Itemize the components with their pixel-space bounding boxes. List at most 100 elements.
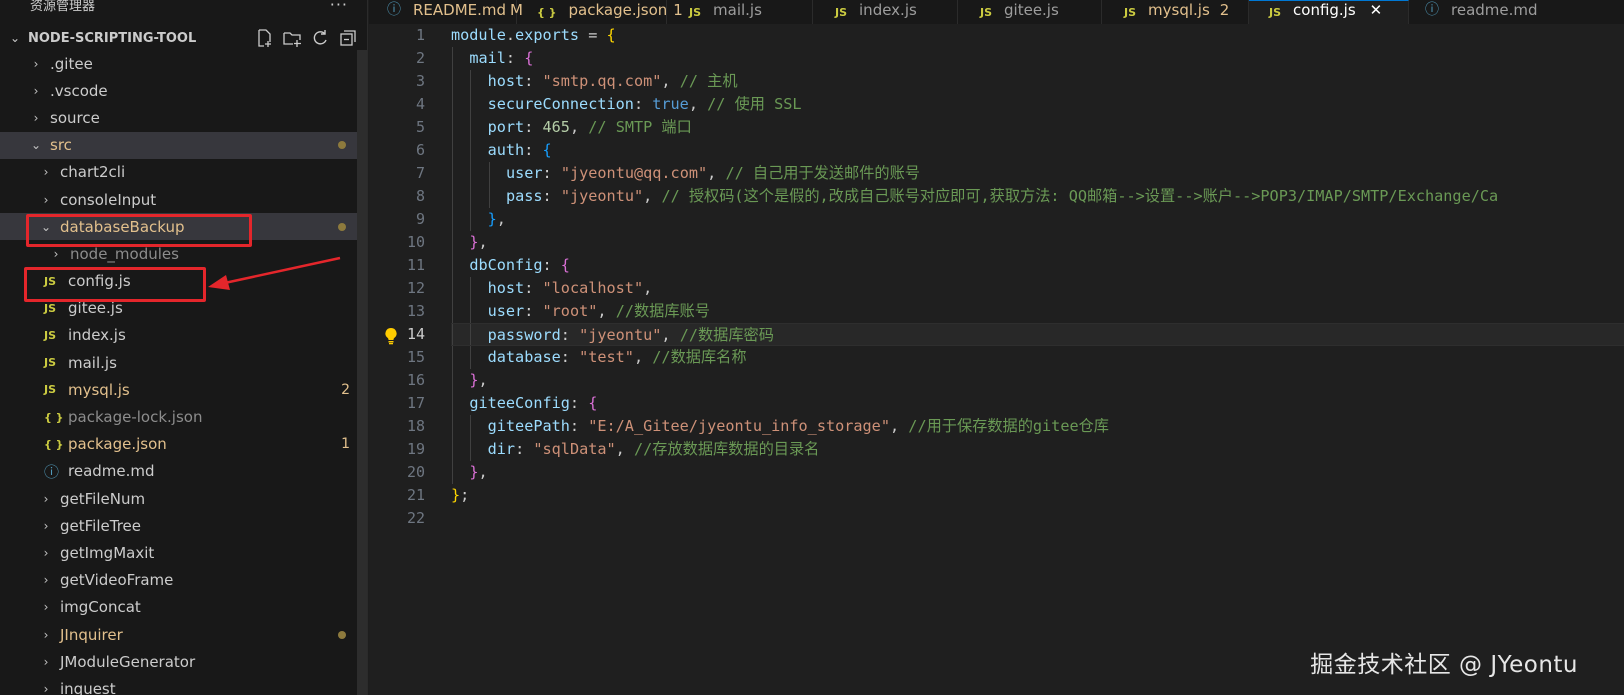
- code-line[interactable]: auth: {: [451, 139, 1624, 162]
- chevron-down-icon: ⌄: [30, 138, 42, 153]
- tree-item-getfiletree[interactable]: › getFileTree: [0, 512, 358, 539]
- problem-count-badge: 2: [341, 381, 350, 398]
- code-line[interactable]: password: "jyeontu", //数据库密码: [385, 323, 1624, 346]
- tree-item-label: .vscode: [50, 81, 108, 100]
- line-number: 21: [406, 486, 425, 504]
- chevron-right-icon: ›: [43, 545, 49, 560]
- problem-count-badge: 1: [341, 436, 350, 453]
- tree-item-label: inquest: [60, 679, 116, 695]
- code-line[interactable]: pass: "jyeontu", // 授权码(这个是假的,改成自己账号对应即可…: [451, 185, 1624, 208]
- tree-item-jinquirer[interactable]: › JInquirer: [0, 621, 358, 648]
- new-folder-icon[interactable]: [282, 28, 302, 48]
- lightbulb-icon[interactable]: [383, 324, 399, 347]
- tree-item-getfilenum[interactable]: › getFileNum: [0, 485, 358, 512]
- tab-config-js[interactable]: JS config.js ✕: [1249, 0, 1409, 24]
- tree-item-package-json[interactable]: { } package.json 1: [0, 431, 358, 458]
- code-line[interactable]: user: "jyeontu@qq.com", // 自己用于发送邮件的账号: [451, 162, 1624, 185]
- highlight-box-file: [24, 267, 206, 302]
- line-number: 22: [406, 509, 425, 527]
- code-line[interactable]: },: [451, 369, 1624, 392]
- chevron-right-icon: ›: [43, 681, 49, 695]
- tree-item-imgconcat[interactable]: › imgConcat: [0, 594, 358, 621]
- js-file-icon: JS: [1269, 6, 1282, 19]
- tab-readme-md[interactable]: ⓘ README.md M: [369, 0, 523, 24]
- code-editor[interactable]: 1 2 3 4 5 6 7 8 9 10 11 12 13 14 15 16 1…: [369, 24, 1624, 695]
- line-number: 6: [415, 141, 425, 159]
- tree-item-package-lock-json[interactable]: { } package-lock.json: [0, 403, 358, 430]
- tree-item-inquest[interactable]: › inquest: [0, 675, 358, 695]
- tab-label: readme.md: [1451, 1, 1538, 19]
- code-line[interactable]: host: "localhost",: [451, 277, 1624, 300]
- code-line[interactable]: dir: "sqlData", //存放数据库数据的目录名: [451, 438, 1624, 461]
- project-title: NODE-SCRIPTING-TOOL: [28, 30, 197, 46]
- code-line[interactable]: };: [451, 484, 1624, 507]
- json-file-icon: { }: [537, 6, 557, 19]
- tree-item-label: mail.js: [68, 353, 117, 372]
- tree-item-jmodulegenerator[interactable]: › JModuleGenerator: [0, 648, 358, 675]
- close-icon[interactable]: ✕: [1370, 1, 1383, 19]
- line-number: 17: [406, 394, 425, 412]
- tree-item-vscode[interactable]: › .vscode: [0, 77, 358, 104]
- chevron-right-icon: ›: [43, 627, 49, 642]
- tree-item-chart2cli[interactable]: › chart2cli: [0, 159, 358, 186]
- new-file-icon[interactable]: [254, 28, 274, 48]
- tree-item-getimgmaxit[interactable]: › getImgMaxit: [0, 539, 358, 566]
- line-number: 4: [415, 95, 425, 113]
- code-line[interactable]: [451, 507, 1624, 530]
- tree-item-getvideoframe[interactable]: › getVideoFrame: [0, 567, 358, 594]
- code-line[interactable]: },: [451, 208, 1624, 231]
- tree-item-mysql-js[interactable]: JS mysql.js 2: [0, 376, 358, 403]
- tree-item-label: node_modules: [70, 244, 179, 263]
- highlight-box-folder: [26, 214, 252, 247]
- tree-item-label: mysql.js: [68, 380, 130, 399]
- js-file-icon: JS: [44, 301, 57, 315]
- code-line[interactable]: giteeConfig: {: [451, 392, 1624, 415]
- refresh-icon[interactable]: [310, 28, 330, 48]
- code-line[interactable]: secureConnection: true, // 使用 SSL: [451, 93, 1624, 116]
- line-number: 9: [415, 210, 425, 228]
- explorer-header: 资源管理器 ···: [0, 0, 367, 16]
- sidebar-scrollbar[interactable]: [357, 50, 367, 695]
- tree-item-source[interactable]: › source: [0, 104, 358, 131]
- code-line[interactable]: user: "root", //数据库账号: [451, 300, 1624, 323]
- tab-gitee-js[interactable]: JS gitee.js: [958, 0, 1102, 24]
- tree-item-readme-md[interactable]: ⓘ readme.md: [0, 458, 358, 485]
- tab-mysql-js[interactable]: JS mysql.js 2: [1102, 0, 1249, 24]
- tab-label: README.md: [413, 1, 507, 19]
- more-actions-icon[interactable]: ···: [330, 0, 348, 14]
- file-tree: › .gitee › .vscode › source ⌄ src › char…: [0, 50, 358, 695]
- tab-readme-md-2[interactable]: ⓘ readme.md: [1409, 0, 1538, 24]
- code-line[interactable]: giteePath: "E:/A_Gitee/jyeontu_info_stor…: [451, 415, 1624, 438]
- code-line[interactable]: port: 465, // SMTP 端口: [451, 116, 1624, 139]
- code-line[interactable]: mail: {: [451, 47, 1624, 70]
- tree-item-label: source: [50, 108, 100, 127]
- code-line[interactable]: },: [451, 461, 1624, 484]
- modified-dot: [338, 141, 346, 150]
- code-line[interactable]: dbConfig: {: [451, 254, 1624, 277]
- code-line[interactable]: host: "smtp.qq.com", // 主机: [451, 70, 1624, 93]
- line-number: 12: [406, 279, 425, 297]
- tab-package-json[interactable]: { } package.json 1: [517, 0, 683, 24]
- tree-item-src[interactable]: ⌄ src: [0, 131, 358, 159]
- tree-item-consoleinput[interactable]: › consoleInput: [0, 186, 358, 213]
- code-line[interactable]: module.exports = {: [451, 24, 1624, 47]
- js-file-icon: JS: [689, 6, 702, 19]
- line-number-gutter: 1 2 3 4 5 6 7 8 9 10 11 12 13 14 15 16 1…: [369, 24, 425, 530]
- modified-dot: [338, 222, 346, 231]
- tree-item-label: imgConcat: [60, 598, 141, 617]
- tree-item-gitee[interactable]: › .gitee: [0, 50, 358, 77]
- modified-dot: [338, 630, 346, 639]
- project-root[interactable]: ⌄ NODE-SCRIPTING-TOOL: [0, 26, 367, 50]
- explorer-actions: [254, 26, 358, 50]
- code-lines[interactable]: module.exports = { mail: { host: "smtp.q…: [385, 24, 1624, 530]
- collapse-all-icon[interactable]: [338, 28, 358, 48]
- tab-mail-js[interactable]: JS mail.js: [667, 0, 813, 24]
- code-line[interactable]: },: [451, 231, 1624, 254]
- info-file-icon: ⓘ: [1425, 2, 1439, 18]
- tree-item-mail-js[interactable]: JS mail.js: [0, 349, 358, 376]
- tab-index-js[interactable]: JS index.js: [813, 0, 958, 24]
- tree-item-label: getVideoFrame: [60, 571, 174, 590]
- code-line[interactable]: database: "test", //数据库名称: [451, 346, 1624, 369]
- tree-item-index-js[interactable]: JS index.js: [0, 322, 358, 349]
- js-file-icon: JS: [835, 6, 848, 19]
